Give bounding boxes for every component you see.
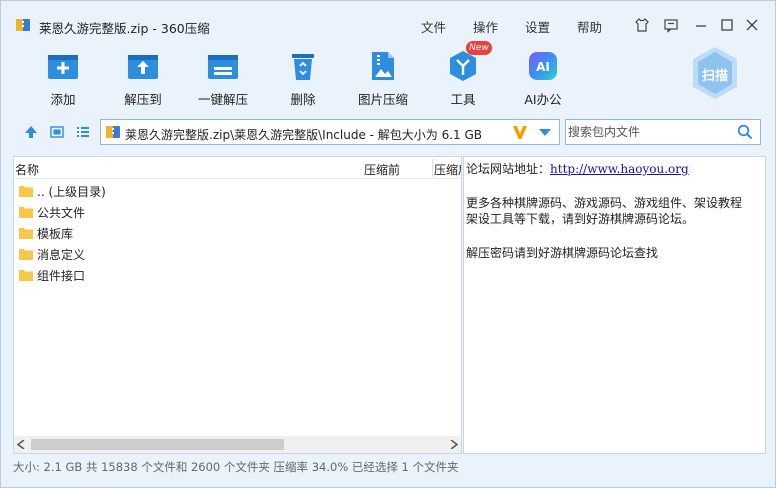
folder-icon [19, 228, 33, 239]
image-compress-button[interactable]: 图片压缩 [348, 49, 418, 109]
list-item-parent-dir[interactable]: .. (上级目录) [19, 181, 419, 202]
ai-office-button[interactable]: AI AI办公 [508, 49, 578, 109]
list-item-label: .. (上级目录) [37, 185, 106, 199]
forum-line: 论坛网站地址：http://www.haoyou.org [466, 160, 689, 177]
extract-to-button[interactable]: 解压到 [108, 49, 178, 109]
scan-label: 扫描 [701, 69, 728, 84]
column-separator[interactable] [432, 159, 433, 177]
menu-help[interactable]: 帮助 [577, 17, 602, 36]
ai-icon: AI [529, 52, 557, 80]
list-item-label: 消息定义 [37, 248, 86, 262]
search-input[interactable] [568, 122, 728, 142]
one-click-extract-label: 一键解压 [197, 92, 248, 107]
skin-icon[interactable] [634, 17, 650, 33]
archive-icon [106, 126, 120, 138]
extract-to-label: 解压到 [124, 92, 162, 107]
tools-label: 工具 [450, 92, 476, 107]
recycle-bin-icon [292, 54, 314, 80]
app-window: 莱恩久游完整版.zip - 360压缩 文件 操作 设置 帮助 添加 解压到 一… [0, 0, 776, 488]
search-box [565, 119, 761, 145]
up-arrow-icon[interactable] [23, 124, 39, 140]
maximize-icon[interactable] [719, 17, 735, 33]
comment-line: 架设工具等下载，请到好游棋牌源码论坛。 [466, 212, 695, 226]
scan-button[interactable]: 扫描 [687, 45, 743, 101]
add-button[interactable]: 添加 [28, 49, 98, 109]
horizontal-scrollbar[interactable] [14, 436, 461, 453]
archive-app-icon [16, 19, 30, 31]
delete-label: 删除 [290, 92, 316, 107]
scroll-right-icon[interactable] [450, 440, 458, 449]
svg-text:AI: AI [536, 60, 550, 74]
scrollbar-thumb[interactable] [31, 439, 284, 450]
menu-file[interactable]: 文件 [421, 17, 446, 36]
address-path: 莱恩久游完整版.zip\莱恩久游完整版\Include - 解包大小为 6.1 … [125, 128, 483, 142]
list-item-label: 模板库 [37, 227, 74, 241]
add-icon [48, 55, 78, 79]
nav-controls [19, 124, 93, 140]
thumbnail-view-icon[interactable] [49, 124, 65, 140]
feedback-icon[interactable] [663, 17, 679, 33]
list-item[interactable]: 组件接口 [19, 265, 419, 286]
folder-icon [19, 207, 33, 218]
address-bar[interactable]: 莱恩久游完整版.zip\莱恩久游完整版\Include - 解包大小为 6.1 … [100, 119, 560, 145]
forum-link[interactable]: http://www.haoyou.org [550, 162, 689, 176]
comment-line: 更多各种棋牌源码、游戏源码、游戏组件、架设教程 [466, 196, 743, 210]
scroll-left-icon[interactable] [17, 440, 25, 449]
one-click-extract-button[interactable]: 一键解压 [188, 49, 258, 109]
folder-icon [19, 270, 33, 281]
column-header: 名称 压缩前 压缩后 [14, 157, 461, 179]
chevron-down-icon[interactable] [539, 129, 551, 137]
comment-line: 解压密码请到好游棋牌源码论坛查找 [466, 246, 659, 260]
close-icon[interactable] [744, 17, 760, 33]
tools-button[interactable]: 工具 [428, 49, 498, 109]
window-title: 莱恩久游完整版.zip - 360压缩 [39, 21, 210, 36]
column-compressed-before[interactable]: 压缩前 [364, 161, 400, 178]
menu-settings[interactable]: 设置 [525, 17, 550, 36]
delete-button[interactable]: 删除 [268, 49, 338, 109]
image-compress-label: 图片压缩 [357, 92, 408, 107]
list-item-label: 组件接口 [37, 269, 86, 283]
status-bar: 大小: 2.1 GB 共 15838 个文件和 2600 个文件夹 压缩率 34… [13, 460, 459, 474]
minimize-icon[interactable] [693, 17, 709, 33]
image-compress-icon [372, 52, 394, 80]
menu-operation[interactable]: 操作 [473, 17, 498, 36]
search-icon[interactable] [737, 124, 753, 140]
file-list-pane: 名称 压缩前 压缩后 .. (上级目录) 公共文件 模板库 消息定义 [13, 156, 462, 454]
extract-to-icon [128, 55, 158, 79]
one-click-extract-icon [208, 55, 238, 79]
list-item[interactable]: 模板库 [19, 223, 419, 244]
folder-icon [19, 249, 33, 260]
column-name[interactable]: 名称 [15, 161, 39, 178]
ai-office-label: AI办公 [524, 92, 562, 107]
list-item-label: 公共文件 [37, 206, 86, 220]
title-bar: 莱恩久游完整版.zip - 360压缩 文件 操作 设置 帮助 [1, 1, 775, 37]
verified-v-icon[interactable] [511, 123, 529, 141]
add-label: 添加 [50, 92, 76, 107]
list-item[interactable]: 公共文件 [19, 202, 419, 223]
comment-preview-pane: 论坛网站地址：http://www.haoyou.org 更多各种棋牌源码、游戏… [463, 156, 766, 454]
folder-icon [19, 186, 33, 197]
column-compressed-after[interactable]: 压缩后 [434, 161, 461, 178]
list-view-icon[interactable] [75, 124, 91, 140]
new-badge: New [466, 41, 492, 55]
list-item[interactable]: 消息定义 [19, 244, 419, 265]
forum-label: 论坛网站地址： [466, 162, 551, 176]
